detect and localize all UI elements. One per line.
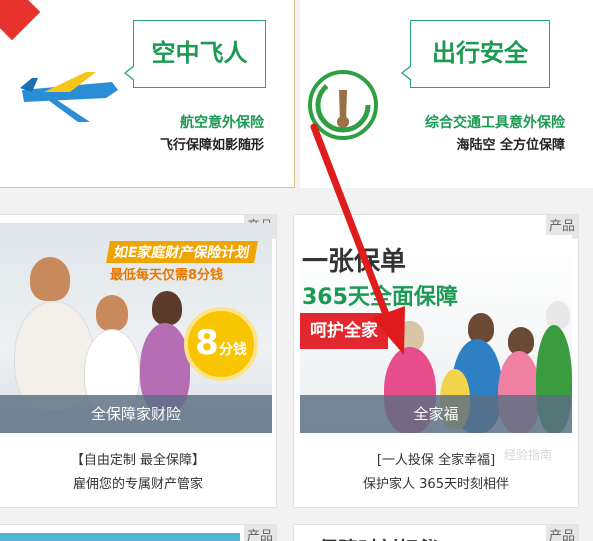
product-card-partial[interactable]: 产品 bbox=[0, 524, 277, 541]
airplane-icon bbox=[20, 72, 118, 122]
product-image[interactable]: 一张保单 365天全面保障 呵护全家 全家福 bbox=[300, 235, 572, 433]
tile-slogan: 海陆空 全方位保障 bbox=[456, 138, 565, 153]
promo-title: 如E家庭财产保险计划 bbox=[106, 241, 258, 263]
protect-family-button[interactable]: 呵护全家 bbox=[300, 313, 388, 349]
product-image[interactable]: 如E家庭财产保险计划 最低每天仅需8分钱 8分钱 全保障家财险 bbox=[0, 223, 272, 433]
product-line2: 保护家人 365天时刻相伴 bbox=[363, 477, 509, 492]
tile-slogan: 飞行保障如影随形 bbox=[159, 138, 264, 153]
corner-ribbon bbox=[0, 0, 41, 41]
product-card-partial[interactable]: 保障时刻相伴 产品 bbox=[293, 524, 579, 541]
headline-secondary: 365天全面保障 bbox=[302, 285, 458, 310]
tile-badge: 空中飞人 bbox=[124, 20, 266, 88]
product-tag: 产品 bbox=[546, 525, 578, 541]
product-card-family[interactable]: 产品 一张保单 365天全面保障 呵护全家 全家福 [一人投保 全家幸福] 保护… bbox=[293, 214, 579, 508]
product-card-home-property[interactable]: 产品 如E家庭财产保险计划 最低每天仅需8分钱 8分钱 全保障家财险 【自由定制… bbox=[0, 214, 277, 508]
person-figure bbox=[30, 257, 70, 301]
product-line2: 雇佣您的专属财产管家 bbox=[72, 477, 203, 492]
product-tag: 产品 bbox=[244, 525, 276, 541]
tile-subtitle: 综合交通工具意外保险 bbox=[425, 115, 565, 131]
price-badge: 8分钱 bbox=[184, 307, 258, 381]
person-figure bbox=[468, 313, 494, 343]
product-banner: 全保障家财险 bbox=[0, 395, 272, 433]
person-figure bbox=[96, 295, 128, 331]
tile-air-accident[interactable]: 空中飞人 航空意外保险 飞行保障如影随形 bbox=[0, 0, 295, 188]
partial-headline: 保障时刻相伴 bbox=[318, 533, 438, 541]
person-figure bbox=[546, 301, 570, 329]
product-image bbox=[0, 533, 240, 541]
tile-subtitle: 航空意外保险 bbox=[180, 115, 264, 131]
headline-primary: 一张保单 bbox=[302, 247, 407, 277]
product-line1: 【自由定制 最全保障】 bbox=[70, 453, 206, 468]
promo-subtitle: 最低每天仅需8分钱 bbox=[110, 268, 224, 283]
product-banner: 全家福 bbox=[300, 395, 572, 433]
gauge-icon bbox=[308, 70, 378, 140]
tile-badge: 出行安全 bbox=[401, 20, 550, 88]
person-figure bbox=[152, 291, 182, 325]
tile-travel-safety[interactable]: 出行安全 综合交通工具意外保险 海陆空 全方位保障 bbox=[300, 0, 593, 188]
watermark: 经验指南 bbox=[503, 448, 552, 462]
